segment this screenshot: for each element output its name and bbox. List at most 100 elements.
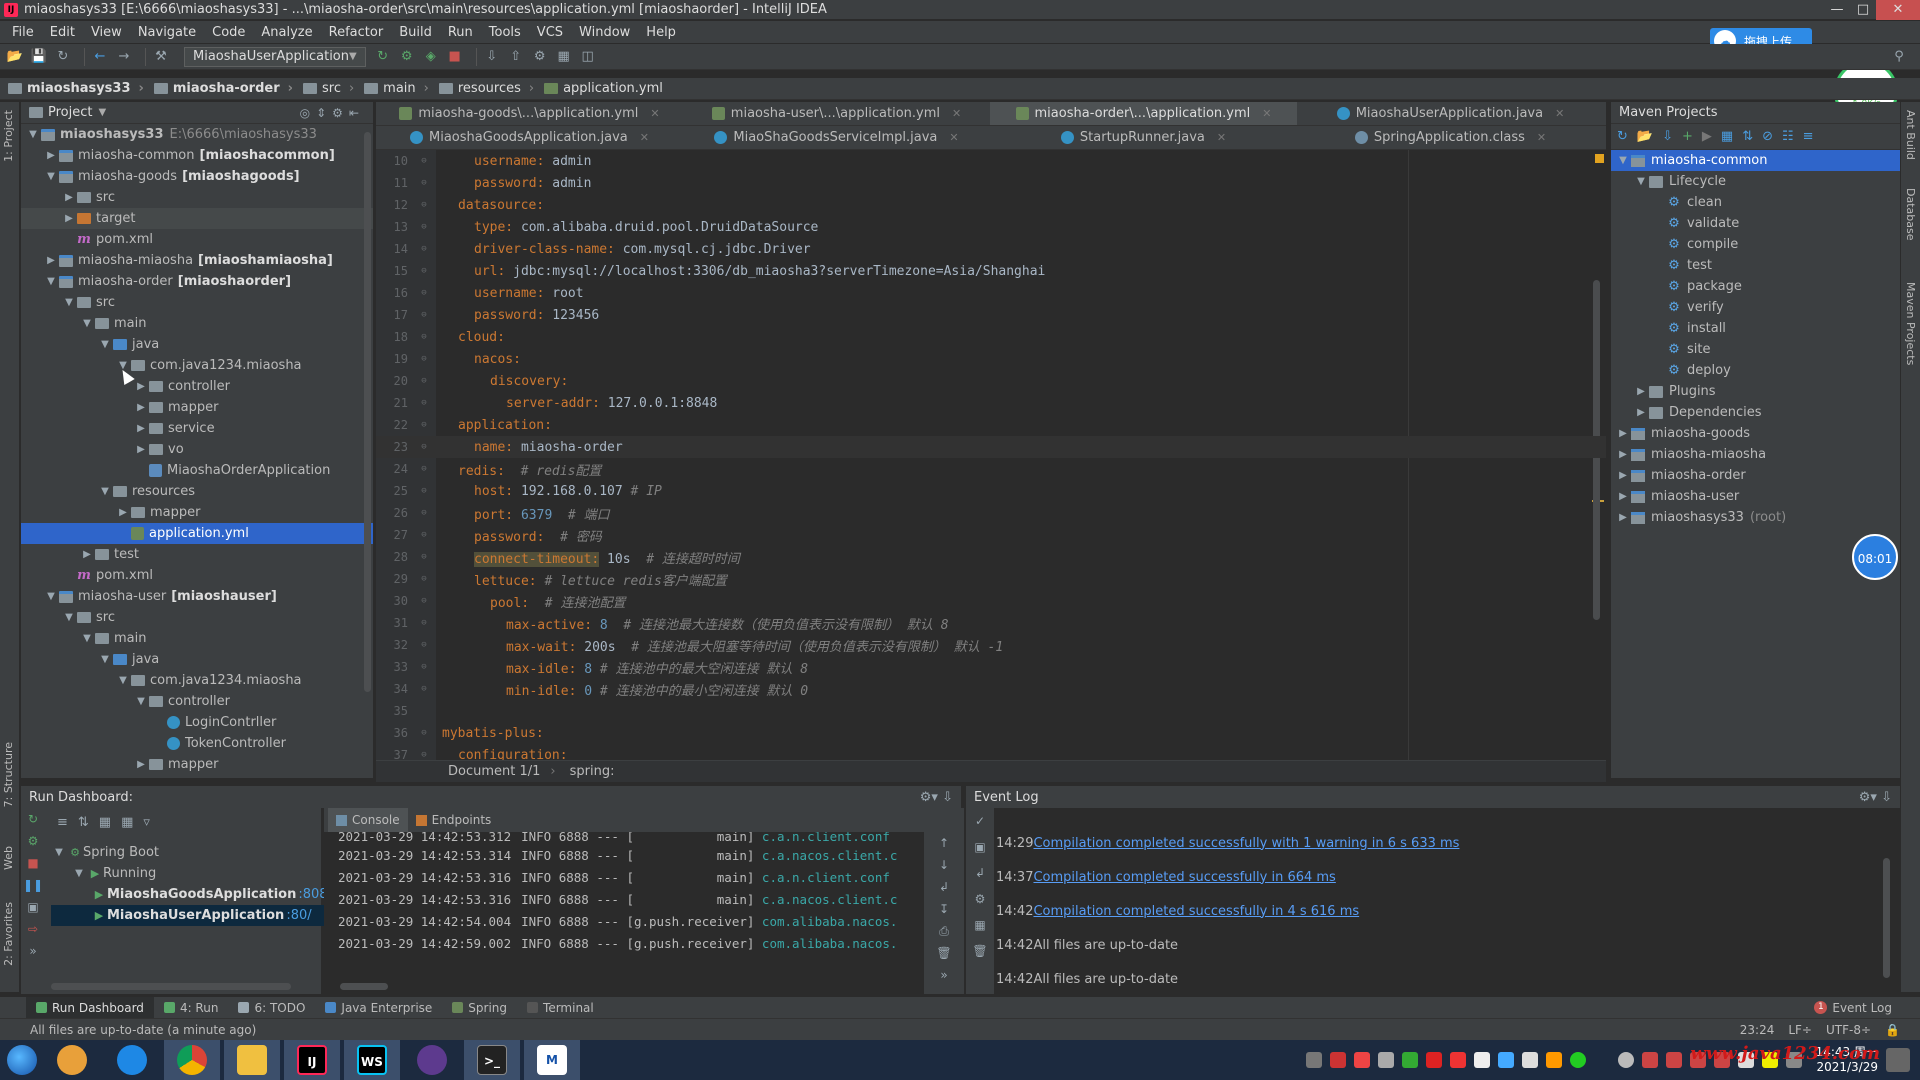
menu-build[interactable]: Build	[391, 25, 440, 40]
editor-tab[interactable]: miaosha-goods\...\application.yml ✕	[376, 102, 683, 125]
open-folder-icon[interactable]: 📂	[6, 48, 24, 66]
settings-icon[interactable]: ⚙	[531, 48, 549, 66]
fold-marker-icon[interactable]: ⊖	[412, 552, 436, 562]
tray-app-icon[interactable]	[1521, 1052, 1538, 1068]
code-line[interactable]: 12 ⊖ datasource:	[376, 194, 1606, 216]
tray-app-icon[interactable]	[1353, 1052, 1370, 1068]
chevron-right-icon[interactable]: ▶	[1615, 449, 1631, 460]
console-output[interactable]: 2021-03-29 14:42:53.312 INFO 6888 --- [ m…	[324, 832, 964, 954]
tree-item[interactable]: ⚙ package	[1611, 276, 1900, 297]
tree-item[interactable]: ▼ miaosha-goods [miaoshagoods]	[21, 166, 373, 187]
chevron-down-icon[interactable]: ▼	[61, 297, 77, 308]
taskbar-app-explorer[interactable]	[224, 1040, 280, 1080]
tray-app-icon[interactable]	[1425, 1052, 1442, 1068]
code-line[interactable]: 34 ⊖ min-idle: 0 # 连接池中的最小空闲连接 默认 0	[376, 678, 1606, 700]
layout-icon[interactable]: ▦	[966, 912, 994, 938]
menu-code[interactable]: Code	[204, 25, 253, 40]
tree-item[interactable]: ▼ resources	[21, 481, 373, 502]
fold-marker-icon[interactable]: ⊖	[412, 486, 436, 496]
fold-marker-icon[interactable]: ⊖	[412, 684, 436, 694]
tray-app-icon[interactable]	[1497, 1052, 1514, 1068]
tree-item[interactable]: ▶ controller	[21, 376, 373, 397]
tool-tab[interactable]: Spring	[442, 997, 517, 1019]
tray-app-icon[interactable]	[1449, 1052, 1466, 1068]
chevron-down-icon[interactable]: ▼	[43, 591, 59, 602]
project-scrollbar[interactable]	[364, 132, 371, 692]
tree-item[interactable]: m pom.xml	[21, 565, 373, 586]
settings-icon[interactable]: ⚙▾ ⇩	[920, 790, 953, 805]
tree-item[interactable]: ▶ miaosha-user	[1611, 486, 1900, 507]
chevron-down-icon[interactable]: ▼	[1633, 176, 1649, 187]
editor-tab[interactable]: MiaoshaUserApplication.java ✕	[1297, 102, 1604, 125]
taskbar-app-browser[interactable]	[104, 1040, 160, 1080]
tray-app-icon[interactable]	[1545, 1052, 1562, 1068]
chevron-down-icon[interactable]: ▼	[61, 612, 77, 623]
tree-item[interactable]: m pom.xml	[21, 229, 373, 250]
maven-tool-tab[interactable]: Maven Projects	[1904, 282, 1917, 365]
search-everywhere-icon[interactable]: ⚲	[1890, 48, 1908, 66]
tree-item[interactable]: ▶ test	[21, 544, 373, 565]
toggle-offline-icon[interactable]: ⇅	[1742, 129, 1762, 144]
tree-item[interactable]: ⚙ site	[1611, 339, 1900, 360]
code-line[interactable]: 25 ⊖ host: 192.168.0.107 # IP	[376, 480, 1606, 502]
tree-item[interactable]: application.yml	[21, 523, 373, 544]
chevron-right-icon[interactable]: ▶	[1615, 512, 1631, 523]
fold-marker-icon[interactable]: ⊖	[412, 288, 436, 298]
rerun-icon[interactable]: ↻	[21, 808, 45, 830]
breadcrumb-item[interactable]: miaoshasys33 ›	[8, 81, 144, 96]
chevron-right-icon[interactable]: ▶	[1633, 407, 1649, 418]
code-line[interactable]: 26 ⊖ port: 6379 # 端口	[376, 502, 1606, 524]
menu-file[interactable]: File	[4, 25, 42, 40]
close-icon[interactable]: ✕	[640, 131, 649, 144]
coverage-icon[interactable]: ◈	[422, 48, 440, 66]
scroll-to-end-icon[interactable]: ▣	[966, 834, 994, 860]
menu-vcs[interactable]: VCS	[529, 25, 571, 40]
project-structure-icon[interactable]: ▦	[555, 48, 573, 66]
database-tool-tab[interactable]: Database	[1904, 188, 1917, 241]
fold-marker-icon[interactable]: ⊖	[412, 728, 436, 738]
close-button[interactable]: ✕	[1876, 0, 1920, 20]
sdk-icon[interactable]: ◫	[579, 48, 597, 66]
breadcrumb-item[interactable]: miaosha-order ›	[153, 81, 293, 96]
project-tool-tab[interactable]: 1: Project	[2, 110, 15, 162]
code-line[interactable]: 13 ⊖ type: com.alibaba.druid.pool.DruidDat…	[376, 216, 1606, 238]
taskbar-app-chrome[interactable]	[164, 1040, 220, 1080]
debug-icon[interactable]: ⚙	[21, 830, 45, 852]
tree-item[interactable]: TokenController	[21, 733, 373, 754]
clear-icon[interactable]: 🗑	[966, 938, 994, 964]
maximize-button[interactable]: □	[1850, 0, 1876, 20]
tree-item[interactable]: ▶ miaosha-goods	[1611, 423, 1900, 444]
close-icon[interactable]: ✕	[650, 107, 659, 120]
start-button[interactable]	[0, 1040, 44, 1080]
fold-marker-icon[interactable]: ⊖	[412, 354, 436, 364]
code-line[interactable]: 27 ⊖ password: # 密码	[376, 524, 1606, 546]
tree-item[interactable]: ▶ Plugins	[1611, 381, 1900, 402]
vcs-commit-icon[interactable]: ⇧	[507, 48, 525, 66]
code-line[interactable]: 18 ⊖ cloud:	[376, 326, 1606, 348]
chevron-down-icon[interactable]: ▼	[25, 129, 41, 140]
back-icon[interactable]: ←	[91, 48, 109, 66]
structure-tool-tab[interactable]: 7: Structure	[2, 742, 15, 807]
breadcrumb-item[interactable]: main ›	[364, 81, 429, 96]
chevron-right-icon[interactable]: ▶	[133, 423, 149, 434]
run-maven-icon[interactable]: ▶	[1702, 129, 1721, 144]
fold-marker-icon[interactable]: ⊖	[412, 332, 436, 342]
chevron-right-icon[interactable]: ▶	[133, 402, 149, 413]
settings-icon[interactable]: ⚙▾ ⇩	[1859, 790, 1892, 805]
fold-marker-icon[interactable]: ⊖	[412, 178, 436, 188]
chevron-down-icon[interactable]: ▼	[51, 847, 67, 858]
favorites-tool-tab[interactable]: 2: Favorites	[2, 902, 15, 966]
tool-tab[interactable]: Run Dashboard	[26, 996, 154, 1019]
chevron-down-icon[interactable]: ▼	[79, 318, 95, 329]
tree-item[interactable]: ▼ miaosha-order [miaoshaorder]	[21, 271, 373, 292]
code-line[interactable]: 23 ⊖ name: miaosha-order	[376, 436, 1606, 458]
chevron-down-icon[interactable]: ▼	[43, 276, 59, 287]
console-scrollbar[interactable]	[340, 983, 388, 990]
fold-marker-icon[interactable]: ⊖	[412, 640, 436, 650]
code-line[interactable]: 19 ⊖ nacos:	[376, 348, 1606, 370]
tree-item[interactable]: ▼ main	[21, 628, 373, 649]
tray-app-icon[interactable]	[1665, 1052, 1682, 1068]
chevron-right-icon[interactable]: ▶	[133, 444, 149, 455]
menu-navigate[interactable]: Navigate	[130, 25, 204, 40]
tray-app-icon[interactable]	[1401, 1052, 1418, 1068]
